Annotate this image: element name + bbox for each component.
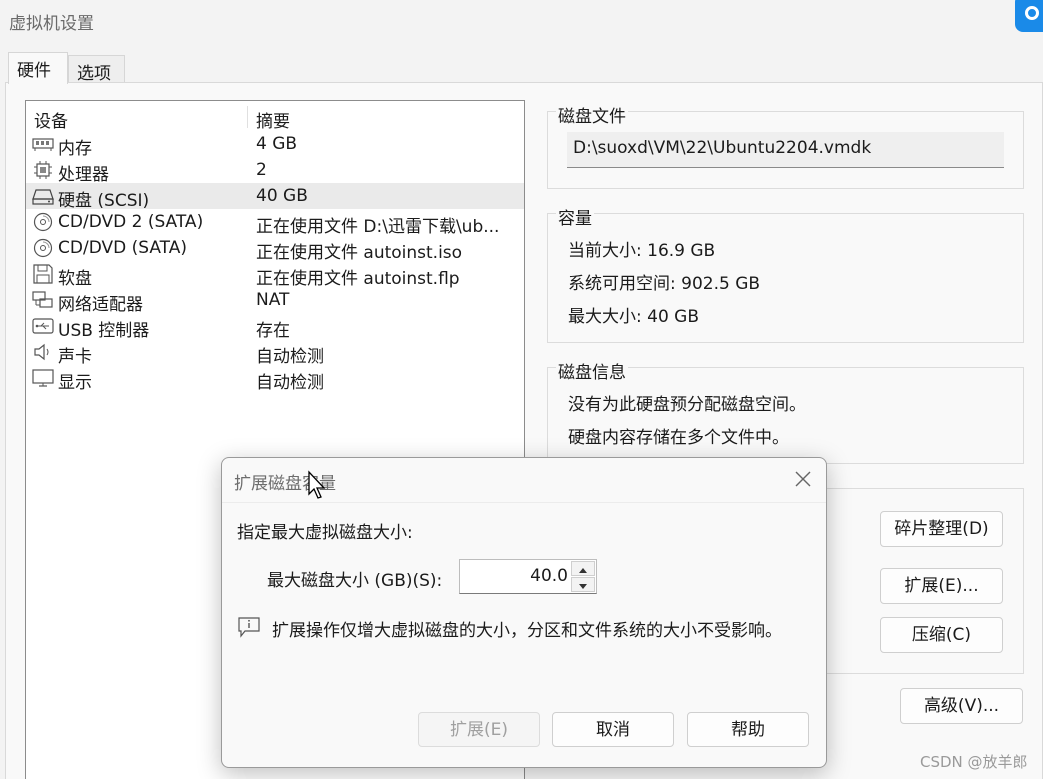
disk-info-group: 磁盘信息 [547,358,1024,464]
speaker-icon [34,343,49,361]
header-summary[interactable]: 摘要 [256,107,290,132]
device-summary: 正在使用文件 autoinst.iso [256,243,463,263]
defragment-button[interactable]: 碎片整理(D) [880,511,1003,547]
device-summary: 正在使用文件 D:\迅雷下载\ub... [256,217,500,237]
memory-icon [32,138,54,151]
dialog-cancel-button[interactable]: 取消 [552,712,674,747]
expand-button[interactable]: 扩展(E)... [880,568,1003,604]
device-name: 软盘 [58,269,92,289]
device-summary: 4 GB [256,134,298,154]
device-summary: 正在使用文件 autoinst.flp [256,269,460,289]
advanced-button[interactable]: 高级(V)... [900,688,1023,724]
device-summary: 存在 [256,321,290,341]
max-size: 最大大小: 40 GB [568,307,700,327]
max-disk-size-stepper[interactable]: 40.0 [459,559,597,594]
dialog-expand-button[interactable]: 扩展(E) [418,712,540,747]
header-separator [247,106,248,128]
device-list-header: 设备 摘要 [26,101,524,132]
max-disk-size-input[interactable]: 40.0 [530,566,568,586]
device-summary: 40 GB [256,186,308,206]
tab-options[interactable]: 选项 [68,55,125,84]
device-row-cd-dvd[interactable]: CD/DVD (SATA) 正在使用文件 autoinst.iso [26,235,524,263]
cd-dvd-icon [33,212,53,232]
mouse-cursor-icon [308,470,326,499]
device-summary: 2 [256,160,267,180]
device-name: 处理器 [58,165,109,185]
disk-file-title: 磁盘文件 [556,102,628,127]
device-row-display[interactable]: 显示 自动检测 [26,365,524,393]
device-row-floppy[interactable]: 软盘 正在使用文件 autoinst.flp [26,261,524,289]
header-device[interactable]: 设备 [34,107,68,132]
window-title: 虚拟机设置 [9,14,94,34]
available-space: 系统可用空间: 902.5 GB [568,274,761,294]
chevron-up-icon [579,568,587,573]
cpu-icon [34,161,52,179]
device-name: 声卡 [58,347,92,367]
hard-disk-icon [32,189,54,205]
current-size: 当前大小: 16.9 GB [568,241,716,261]
device-name: 显示 [58,373,92,393]
stepper-down-button[interactable] [571,577,595,592]
device-summary: NAT [256,290,290,310]
device-name: 硬盘 (SCSI) [58,191,150,211]
dialog-divider [222,502,826,503]
tab-hardware[interactable]: 硬件 [8,52,68,84]
dialog-help-button[interactable]: 帮助 [687,712,809,747]
disk-file-path[interactable]: D:\suoxd\VM\22\Ubuntu2204.vmdk [567,132,1004,168]
dialog-info-text: 扩展操作仅增大虚拟磁盘的大小，分区和文件系统的大小不受影响。 [272,621,782,641]
max-disk-size-label: 最大磁盘大小 (GB)(S): [267,571,443,591]
device-name: CD/DVD 2 (SATA) [58,212,204,232]
chevron-down-icon [579,584,587,589]
disk-info-line-2: 硬盘内容存储在多个文件中。 [568,428,789,448]
device-row-hard-disk[interactable]: 硬盘 (SCSI) 40 GB [26,183,524,211]
floppy-icon [33,264,53,284]
compact-button[interactable]: 压缩(C) [880,617,1003,653]
tab-bar: 硬件 选项 [0,52,1043,84]
device-row-processor[interactable]: 处理器 2 [26,157,524,185]
cd-dvd-icon [33,238,53,258]
disk-info-title: 磁盘信息 [556,358,628,383]
capacity-title: 容量 [556,204,594,229]
usb-icon [32,318,54,334]
device-row-memory[interactable]: 内存 4 GB [26,131,524,159]
close-icon[interactable] [792,468,814,490]
info-icon [238,617,260,638]
device-row-network-adapter[interactable]: 网络适配器 NAT [26,287,524,315]
device-summary: 自动检测 [256,347,324,367]
device-name: 内存 [58,139,92,159]
monitor-icon [32,369,54,387]
disk-info-line-1: 没有为此硬盘预分配磁盘空间。 [568,395,806,415]
dialog-heading: 指定最大虚拟磁盘大小: [237,523,413,543]
device-row-usb-controller[interactable]: USB 控制器 存在 [26,313,524,341]
device-row-cd-dvd-2[interactable]: CD/DVD 2 (SATA) 正在使用文件 D:\迅雷下载\ub... [26,209,524,237]
network-adapter-icon [32,291,53,308]
device-summary: 自动检测 [256,373,324,393]
device-row-sound-card[interactable]: 声卡 自动检测 [26,339,524,367]
expand-disk-dialog: 扩展磁盘容量 指定最大虚拟磁盘大小: 最大磁盘大小 (GB)(S): 40.0 … [221,457,827,768]
watermark: CSDN @放羊郎 [920,753,1028,771]
link-icon[interactable] [1015,0,1043,32]
device-name: 网络适配器 [58,295,143,315]
stepper-buttons [571,561,595,592]
stepper-up-button[interactable] [571,561,595,576]
device-name: USB 控制器 [58,321,150,341]
device-name: CD/DVD (SATA) [58,238,187,258]
